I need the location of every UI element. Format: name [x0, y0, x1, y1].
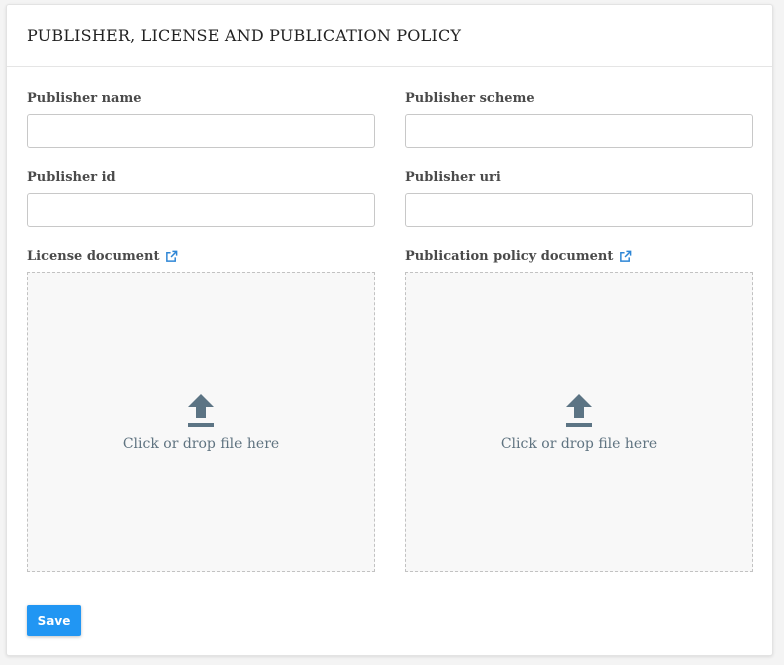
publisher-uri-input[interactable]	[405, 193, 753, 227]
license-document-label-text: License document	[27, 248, 160, 264]
policy-document-group: Publication policy document Click or dro…	[405, 247, 753, 572]
external-link-icon[interactable]	[618, 249, 632, 263]
publisher-scheme-label-text: Publisher scheme	[405, 90, 535, 106]
publisher-id-input[interactable]	[27, 193, 375, 227]
publisher-id-label: Publisher id	[27, 168, 375, 186]
license-dropzone[interactable]: Click or drop file here	[27, 272, 375, 572]
upload-icon	[566, 394, 592, 427]
policy-dropzone-text: Click or drop file here	[500, 436, 658, 452]
publisher-name-label-text: Publisher name	[27, 90, 142, 106]
publisher-id-group: Publisher id	[27, 168, 375, 227]
publisher-uri-label: Publisher uri	[405, 168, 753, 186]
publisher-id-label-text: Publisher id	[27, 169, 116, 185]
upload-icon	[188, 394, 214, 427]
save-button[interactable]: Save	[27, 605, 81, 636]
publisher-license-panel: PUBLISHER, LICENSE AND PUBLICATION POLIC…	[6, 4, 773, 656]
license-document-group: License document Click or drop file here	[27, 247, 375, 572]
policy-document-label: Publication policy document	[405, 247, 753, 265]
policy-dropzone[interactable]: Click or drop file here	[405, 272, 753, 572]
publisher-uri-label-text: Publisher uri	[405, 169, 501, 185]
license-dropzone-text: Click or drop file here	[122, 436, 280, 452]
publisher-scheme-label: Publisher scheme	[405, 89, 753, 107]
policy-document-label-text: Publication policy document	[405, 248, 614, 264]
publisher-uri-group: Publisher uri	[405, 168, 753, 227]
panel-title: PUBLISHER, LICENSE AND PUBLICATION POLIC…	[27, 26, 462, 45]
external-link-icon[interactable]	[164, 249, 178, 263]
publisher-name-group: Publisher name	[27, 89, 375, 148]
publisher-name-input[interactable]	[27, 114, 375, 148]
publisher-scheme-input[interactable]	[405, 114, 753, 148]
panel-header: PUBLISHER, LICENSE AND PUBLICATION POLIC…	[7, 5, 772, 67]
publisher-scheme-group: Publisher scheme	[405, 89, 753, 148]
license-document-label: License document	[27, 247, 375, 265]
publisher-name-label: Publisher name	[27, 89, 375, 107]
